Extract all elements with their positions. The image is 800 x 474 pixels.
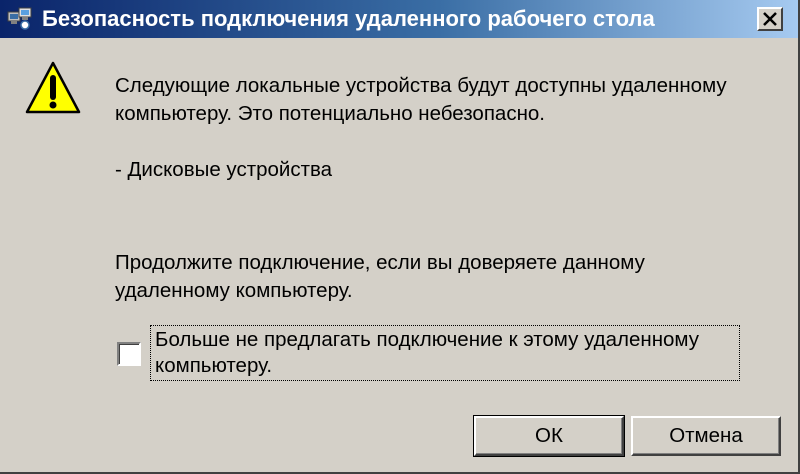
window-title: Безопасность подключения удаленного рабо… [42,6,655,31]
checkbox-label-line-1: Больше не предлагать подключение к этому… [155,328,699,351]
message-line-1: Следующие локальные устройства будут дос… [115,74,727,97]
checkbox-label-line-2: компьютеру. [155,354,273,377]
security-dialog: Безопасность подключения удаленного рабо… [0,0,800,474]
message-line-2: компьютеру. Это потенциально небезопасно… [115,102,545,125]
close-button[interactable] [757,7,783,31]
prompt-line-2: удаленному компьютеру. [115,279,353,302]
device-list-item: - Дисковые устройства [115,158,333,181]
prompt-line-1: Продолжите подключение, если вы доверяет… [115,251,645,274]
checkbox-label-focus[interactable]: Больше не предлагать подключение к этому… [150,325,740,381]
dont-ask-again-checkbox[interactable] [117,342,141,366]
title-bar[interactable]: Безопасность подключения удаленного рабо… [0,0,798,38]
warning-icon [24,60,82,116]
remote-desktop-icon [6,6,34,32]
ok-button[interactable]: ОК [473,415,625,457]
cancel-button[interactable]: Отмена [631,416,781,456]
